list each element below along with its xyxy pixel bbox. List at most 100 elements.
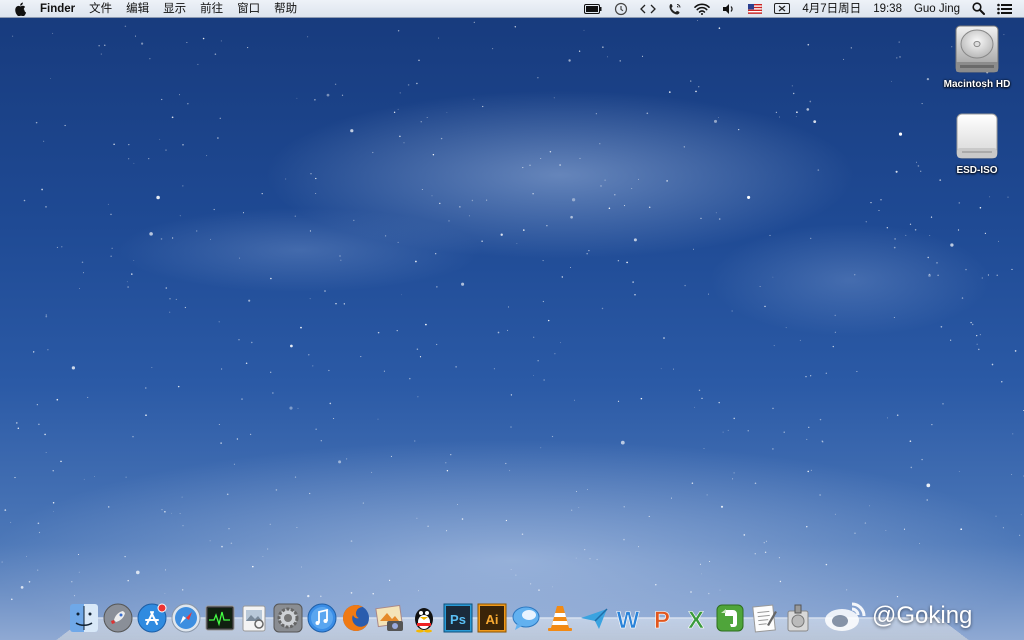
menubar-user[interactable]: Guo Jing (908, 0, 966, 18)
menu-edit[interactable]: 编辑 (119, 0, 156, 18)
star (353, 219, 355, 222)
finder-icon (69, 604, 98, 632)
time-machine-icon[interactable] (608, 0, 634, 18)
star (455, 366, 457, 368)
star (56, 398, 59, 401)
desktop-icon-macintosh-hd[interactable]: Macintosh HD (937, 24, 1017, 90)
star (420, 121, 422, 123)
word-icon: W (616, 607, 640, 633)
illustrator-icon: Ai (477, 603, 506, 633)
dock-item-launchpad[interactable] (102, 602, 133, 634)
dock-item-qq[interactable] (408, 602, 439, 634)
star (187, 103, 189, 105)
star (509, 470, 511, 472)
desktop-icon-esd-iso[interactable]: ESD-ISO (937, 112, 1017, 176)
dock-item-app-store[interactable] (136, 602, 167, 634)
star (646, 112, 649, 115)
code-brackets-icon[interactable] (634, 0, 662, 18)
star (41, 188, 43, 191)
star (648, 206, 651, 208)
spotlight-search-icon[interactable] (966, 0, 991, 18)
menu-window[interactable]: 窗口 (230, 0, 267, 18)
star (670, 497, 672, 499)
dock-item-photoshop[interactable]: Ps (442, 602, 473, 634)
star (885, 530, 887, 531)
us-flag-input-icon[interactable] (742, 0, 768, 18)
dock-item-activity-monitor[interactable] (204, 602, 235, 634)
star (683, 146, 685, 148)
star (448, 220, 450, 222)
dock-item-system-preferences[interactable] (272, 602, 303, 634)
star (987, 274, 989, 276)
star (20, 586, 24, 589)
star (832, 345, 834, 348)
dock-item-vlc[interactable] (544, 602, 575, 634)
star (893, 317, 895, 319)
star (341, 94, 344, 96)
star (958, 471, 960, 473)
delete-key-icon[interactable] (768, 0, 796, 18)
dock-item-safari[interactable] (170, 602, 201, 634)
dock-item-evernote[interactable] (714, 602, 745, 634)
star (1020, 514, 1022, 516)
star (718, 27, 721, 29)
dock-item-itunes[interactable] (306, 602, 337, 634)
star (445, 462, 447, 464)
star (668, 91, 671, 93)
star (763, 542, 765, 544)
dock-item-word[interactable]: W (612, 602, 643, 634)
star (396, 329, 398, 332)
star (898, 41, 900, 43)
star (236, 438, 239, 440)
star (957, 229, 960, 231)
phone-icon[interactable] (662, 0, 688, 18)
star (568, 59, 571, 62)
star (243, 212, 244, 214)
star (554, 353, 556, 355)
dock-item-firefox[interactable] (340, 602, 371, 634)
dock-item-powerpoint[interactable]: P (646, 602, 677, 634)
wifi-icon[interactable] (688, 0, 716, 18)
menu-view[interactable]: 显示 (156, 0, 193, 18)
menubar-time[interactable]: 19:38 (867, 0, 908, 18)
hard-drive-icon (955, 25, 999, 73)
star (864, 522, 867, 524)
star (450, 454, 452, 456)
star (930, 216, 933, 218)
dock-item-excel[interactable]: X (680, 602, 711, 634)
star (779, 116, 780, 118)
star (796, 111, 798, 114)
star (17, 427, 20, 429)
apple-menu-icon[interactable] (0, 2, 36, 16)
star (125, 476, 127, 478)
dock-item-messages[interactable] (510, 602, 541, 634)
star (698, 86, 700, 88)
battery-status-icon[interactable] (578, 0, 608, 18)
star (578, 507, 580, 508)
menu-help[interactable]: 帮助 (267, 0, 304, 18)
star (262, 556, 264, 557)
volume-icon[interactable] (716, 0, 742, 18)
notification-center-icon[interactable] (991, 0, 1018, 18)
dock-item-finder[interactable] (68, 602, 99, 634)
compass-icon (171, 603, 200, 633)
menu-go[interactable]: 前往 (193, 0, 230, 18)
star (416, 82, 418, 85)
dock-item-iphoto[interactable] (374, 602, 405, 634)
star (169, 311, 171, 313)
menu-file[interactable]: 文件 (82, 0, 119, 18)
dock-item-disk-utility[interactable] (782, 602, 813, 634)
dock-item-preview[interactable] (238, 602, 269, 634)
dock-item-textedit[interactable] (748, 602, 779, 634)
star (638, 178, 639, 180)
menubar-date[interactable]: 4月7日周日 (796, 0, 867, 18)
star (230, 542, 233, 544)
dock-item-illustrator[interactable]: Ai (476, 602, 507, 634)
app-name-menu[interactable]: Finder (36, 0, 82, 18)
star (182, 185, 184, 187)
dock-item-airplane-app[interactable] (578, 602, 609, 634)
star (633, 238, 637, 242)
star (834, 513, 836, 515)
star (218, 424, 220, 425)
desktop[interactable]: Finder 文件 编辑 显示 前往 窗口 帮助 4月7日周日 19:38 Gu… (0, 0, 1024, 640)
